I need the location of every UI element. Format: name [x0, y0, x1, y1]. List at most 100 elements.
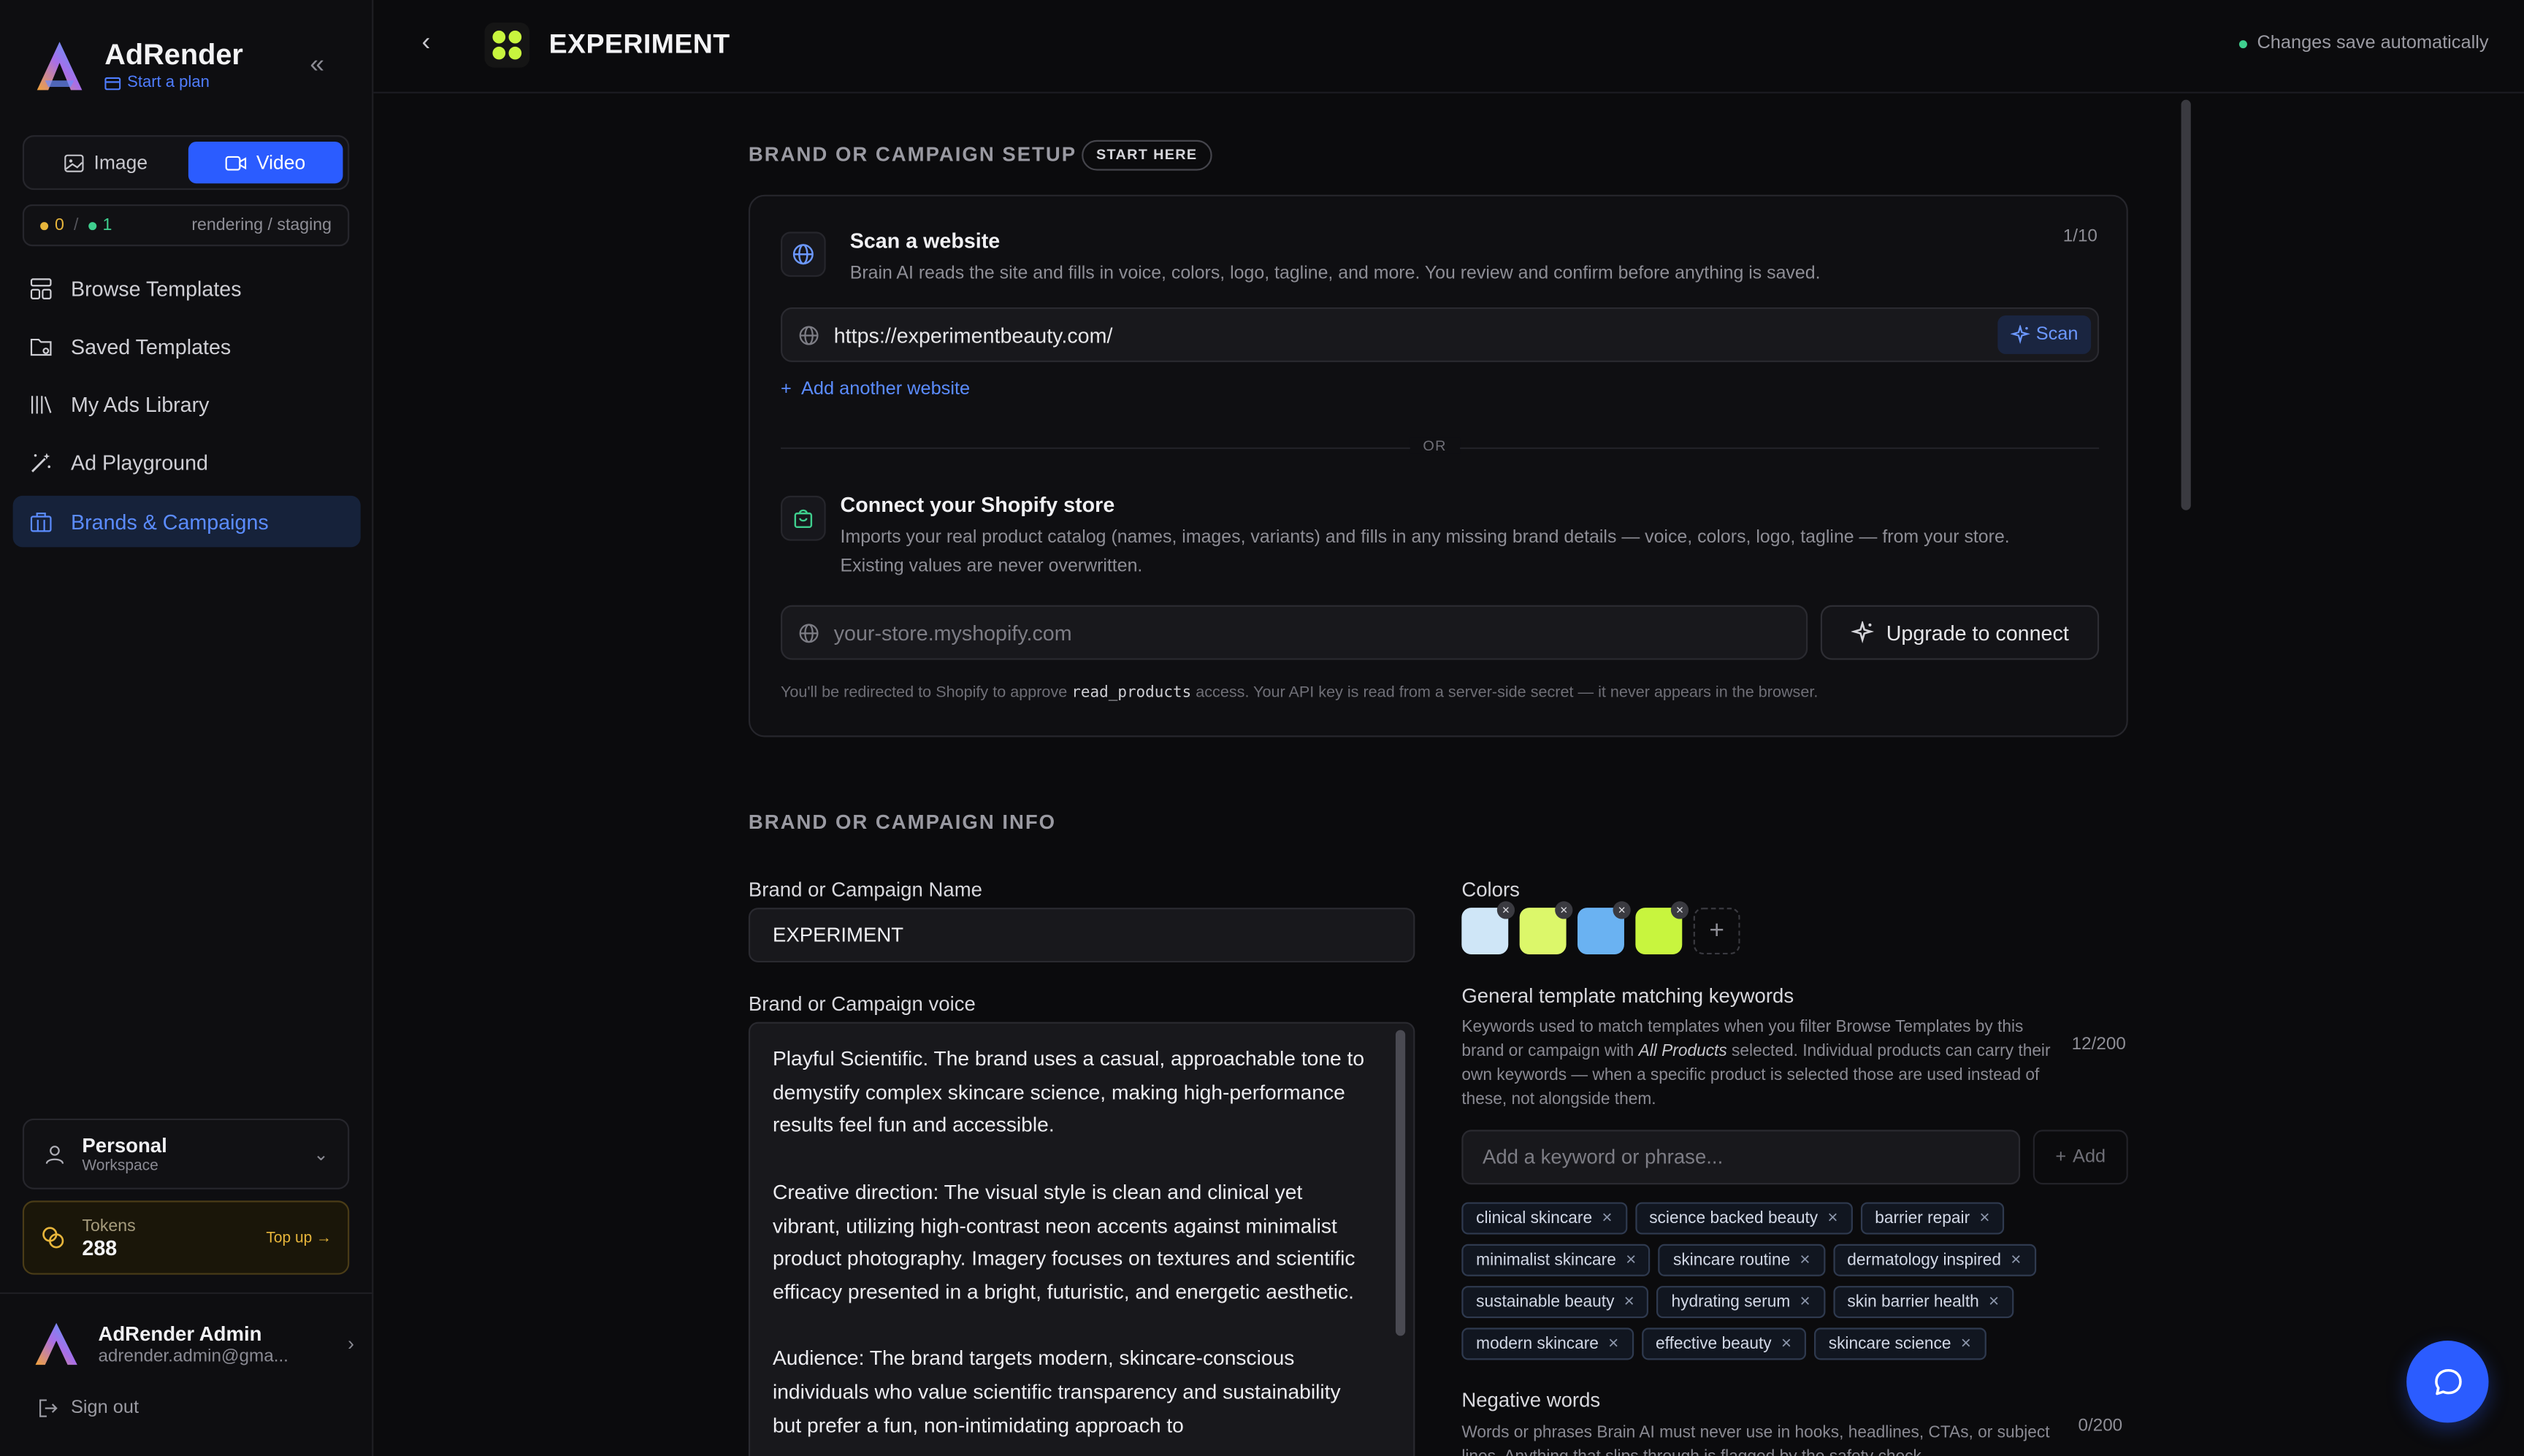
- done-dot: [88, 221, 96, 230]
- globe-icon: [799, 623, 819, 643]
- remove-color-icon[interactable]: ×: [1555, 901, 1573, 919]
- remove-keyword-icon[interactable]: ×: [1800, 1251, 1810, 1270]
- chevron-down-icon: ⌄: [313, 1145, 329, 1165]
- remove-color-icon[interactable]: ×: [1613, 901, 1631, 919]
- pending-dot: [40, 221, 49, 230]
- mode-image-button[interactable]: Image: [29, 142, 184, 183]
- keyword-chips: clinical skincare × science backed beauty ×…: [1461, 1202, 2138, 1360]
- remove-keyword-icon[interactable]: ×: [1979, 1208, 1989, 1227]
- sidebar-item-ad-playground[interactable]: Ad Playground: [13, 437, 361, 489]
- remove-color-icon[interactable]: ×: [1670, 901, 1689, 919]
- remove-keyword-icon[interactable]: ×: [1602, 1208, 1612, 1227]
- sidebar-item-label: Browse Templates: [70, 276, 242, 301]
- keyword-chip: barrier repair ×: [1860, 1202, 2005, 1235]
- keyword-chip: sustainable beauty ×: [1461, 1286, 1649, 1319]
- status-label: rendering / staging: [191, 215, 332, 235]
- upgrade-label: Upgrade to connect: [1886, 620, 2069, 645]
- sign-out-icon: [39, 1399, 58, 1417]
- brand-logo[interactable]: AdRender Start a plan: [32, 39, 243, 93]
- add-color-button[interactable]: +: [1693, 908, 1740, 955]
- keyword-chip: skincare science ×: [1813, 1327, 1986, 1360]
- color-swatch[interactable]: ×: [1635, 901, 1689, 955]
- workspace-title: Personal: [82, 1133, 167, 1157]
- workspace-switcher[interactable]: Personal Workspace ⌄: [22, 1118, 350, 1189]
- avatar: [35, 1322, 77, 1365]
- keyword-chip-label: skin barrier health: [1847, 1292, 1979, 1311]
- experiment-logo-icon: [492, 30, 522, 60]
- negative-words-counter: 0/200: [2078, 1416, 2123, 1436]
- shopify-description: Imports your real product catalog (names…: [841, 525, 2080, 581]
- remove-keyword-icon[interactable]: ×: [1781, 1334, 1791, 1353]
- remove-keyword-icon[interactable]: ×: [1961, 1334, 1971, 1353]
- website-url-value: https://experimentbeauty.com/: [833, 322, 1113, 347]
- start-plan-link[interactable]: Start a plan: [104, 74, 243, 92]
- sidebar-item-label: Brands & Campaigns: [70, 510, 269, 534]
- user-menu[interactable]: AdRender Admin adrender.admin@gma... ›: [32, 1319, 354, 1368]
- pending-count: 0: [54, 215, 64, 235]
- sidebar-item-my-ads-library[interactable]: My Ads Library: [13, 379, 361, 431]
- keyword-chip: skin barrier health ×: [1832, 1286, 2014, 1319]
- sidebar-item-browse-templates[interactable]: Browse Templates: [13, 262, 361, 314]
- colors-label: Colors: [1461, 878, 1520, 902]
- sidebar-item-saved-templates[interactable]: Saved Templates: [13, 321, 361, 372]
- remove-keyword-icon[interactable]: ×: [1800, 1292, 1810, 1311]
- plus-icon: +: [780, 380, 792, 399]
- keyword-chip: clinical skincare ×: [1461, 1202, 1627, 1235]
- redirect-note-pre: You'll be redirected to Shopify to appro…: [780, 683, 1068, 702]
- voice-paragraph: Playful Scientific. The brand uses a cas…: [772, 1046, 1365, 1137]
- remove-keyword-icon[interactable]: ×: [1608, 1334, 1618, 1353]
- back-arrow-icon[interactable]: ‹: [421, 29, 430, 58]
- remove-keyword-icon[interactable]: ×: [1989, 1292, 1999, 1311]
- shopify-store-placeholder: your-store.myshopify.com: [833, 620, 1072, 645]
- page-title: EXPERIMENT: [548, 28, 730, 60]
- remove-keyword-icon[interactable]: ×: [1624, 1292, 1634, 1311]
- shopify-store-input[interactable]: your-store.myshopify.com: [780, 605, 1808, 660]
- brand-name-input[interactable]: EXPERIMENT: [748, 908, 1415, 963]
- folder-icon: [30, 338, 52, 356]
- chat-button[interactable]: [2406, 1341, 2489, 1423]
- status-separator: /: [74, 215, 79, 235]
- keyword-chip-label: sustainable beauty: [1476, 1292, 1615, 1311]
- color-swatch[interactable]: ×: [1461, 901, 1515, 955]
- keyword-chip: minimalist skincare ×: [1461, 1244, 1651, 1276]
- keyword-chip: skincare routine ×: [1659, 1244, 1825, 1276]
- upgrade-to-connect-button[interactable]: Upgrade to connect: [1820, 605, 2100, 660]
- remove-keyword-icon[interactable]: ×: [1626, 1251, 1636, 1270]
- brand-avatar: [484, 22, 530, 68]
- keyword-chip-label: dermatology inspired: [1847, 1251, 2002, 1269]
- brand-voice-textarea[interactable]: Playful Scientific. The brand uses a cas…: [748, 1022, 1415, 1456]
- add-another-label: Add another website: [801, 380, 971, 399]
- keyword-input[interactable]: Add a keyword or phrase...: [1461, 1130, 2021, 1185]
- info-heading: BRAND OR CAMPAIGN INFO: [748, 811, 1057, 834]
- shopify-title: Connect your Shopify store: [840, 492, 1115, 517]
- page-scrollbar[interactable]: [2181, 99, 2191, 510]
- keyword-chip-label: skincare science: [1828, 1335, 1951, 1353]
- scan-button[interactable]: Scan: [1997, 315, 2092, 354]
- image-icon: [64, 153, 85, 172]
- remove-keyword-icon[interactable]: ×: [2011, 1251, 2021, 1270]
- chevron-right-icon: ›: [348, 1332, 354, 1355]
- add-another-website-link[interactable]: + Add another website: [781, 380, 970, 399]
- mode-video-button[interactable]: Video: [188, 141, 343, 184]
- sidebar-item-brands-campaigns[interactable]: Brands & Campaigns: [12, 496, 361, 548]
- website-url-input[interactable]: https://experimentbeauty.com/ Scan: [780, 307, 2100, 362]
- keyword-chip: effective beauty ×: [1641, 1327, 1806, 1360]
- sign-out-button[interactable]: Sign out: [39, 1398, 139, 1418]
- remove-color-icon[interactable]: ×: [1496, 901, 1515, 919]
- plus-icon: +: [2055, 1147, 2067, 1167]
- sidebar-item-label: My Ads Library: [70, 393, 210, 418]
- collapse-sidebar-icon[interactable]: «: [302, 52, 332, 81]
- top-up-link[interactable]: Top up →: [266, 1229, 332, 1246]
- briefcase-icon: [30, 512, 52, 532]
- voice-scrollbar[interactable]: [1395, 1030, 1406, 1336]
- color-swatch[interactable]: ×: [1519, 901, 1573, 955]
- top-bar: ‹ EXPERIMENT Changes save automatically: [373, 0, 2524, 93]
- globe-icon-box: [780, 231, 826, 277]
- sparkle-icon: [1851, 621, 1874, 644]
- website-counter: 1/10: [2062, 226, 2097, 247]
- add-keyword-button[interactable]: + Add: [2032, 1130, 2128, 1185]
- color-swatch[interactable]: ×: [1578, 901, 1631, 955]
- remove-keyword-icon[interactable]: ×: [1827, 1208, 1837, 1227]
- autosave-dot: [2239, 39, 2248, 48]
- user-icon: [45, 1146, 64, 1164]
